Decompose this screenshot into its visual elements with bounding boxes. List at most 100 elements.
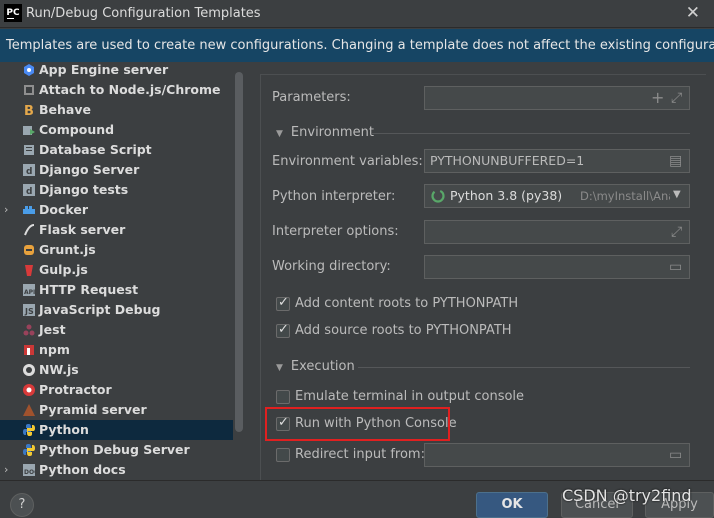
- section-divider: [358, 367, 690, 368]
- title-bar: PC Run/Debug Configuration Templates ✕: [0, 0, 714, 28]
- redirect-input-checkbox[interactable]: [276, 448, 290, 462]
- annotation-highlight-box: [265, 407, 450, 441]
- help-button[interactable]: ?: [10, 493, 34, 517]
- collapse-triangle-icon[interactable]: ▼: [276, 363, 283, 373]
- working-dir-field[interactable]: ▭: [424, 255, 690, 279]
- tree-item-nw-js[interactable]: NW.js: [0, 360, 233, 380]
- info-banner: Templates are used to create new configu…: [0, 29, 714, 62]
- interpreter-options-field[interactable]: ⤢: [424, 220, 690, 244]
- tree-item-label: Django Server: [39, 162, 140, 177]
- jest-icon: [22, 323, 36, 337]
- expand-icon[interactable]: ⤢: [671, 90, 682, 106]
- attach-icon: [22, 83, 36, 97]
- http-request-icon: API: [22, 283, 36, 297]
- tree-item-label: Behave: [39, 102, 91, 117]
- tree-item-flask-server[interactable]: Flask server: [0, 220, 233, 240]
- tree-item-label: Gulp.js: [39, 262, 88, 277]
- svg-text:JS: JS: [24, 307, 34, 316]
- tree-item-label: HTTP Request: [39, 282, 139, 297]
- chevron-down-icon[interactable]: ▼: [673, 189, 681, 200]
- tree-item-label: Flask server: [39, 222, 126, 237]
- tree-scrollbar[interactable]: [233, 62, 245, 480]
- tree-item-jest[interactable]: Jest: [0, 320, 233, 340]
- add-source-roots-label: Add source roots to PYTHONPATH: [295, 323, 512, 338]
- add-source-roots-checkbox[interactable]: [276, 322, 290, 338]
- django-tests-icon: d: [22, 183, 36, 197]
- redirect-input-label: Redirect input from:: [295, 447, 425, 462]
- parameters-label: Parameters:: [272, 90, 351, 105]
- python-interpreter-icon: [431, 189, 445, 203]
- folder-icon[interactable]: ▭: [669, 259, 682, 275]
- grunt-icon: [22, 243, 36, 257]
- tree-item-label: Compound: [39, 122, 115, 137]
- tree-item-gulp-js[interactable]: Gulp.js: [0, 260, 233, 280]
- tree-item-compound[interactable]: Compound: [0, 120, 233, 140]
- tree-item-grunt-js[interactable]: Grunt.js: [0, 240, 233, 260]
- python-docs-icon: DOC: [22, 463, 39, 477]
- tree-item-label: Jest: [39, 322, 66, 337]
- expand-chevron-icon[interactable]: ›: [4, 200, 8, 220]
- tree-item-label: App Engine server: [39, 62, 169, 77]
- flask-icon: [22, 223, 36, 237]
- svg-text:API: API: [24, 289, 35, 296]
- pycharm-logo-icon: PC: [4, 4, 22, 22]
- python-icon: [22, 423, 36, 437]
- python-debug-icon: [22, 443, 36, 457]
- add-content-roots-label: Add content roots to PYTHONPATH: [295, 296, 519, 311]
- add-icon[interactable]: +: [651, 88, 664, 107]
- tree-item-behave[interactable]: B Behave: [0, 100, 233, 120]
- svg-text:d: d: [26, 187, 32, 197]
- tree-item-javascript-debug[interactable]: JS JavaScript Debug: [0, 300, 233, 320]
- emulate-terminal-label: Emulate terminal in output console: [295, 389, 525, 404]
- docker-icon: [22, 203, 36, 217]
- close-icon[interactable]: ✕: [686, 3, 700, 23]
- folder-icon[interactable]: ▭: [669, 447, 682, 463]
- tree-item-app-engine-server[interactable]: App Engine server: [0, 62, 233, 80]
- tree-item-database-script[interactable]: Database Script: [0, 140, 233, 160]
- tree-item-npm[interactable]: npm: [0, 340, 233, 360]
- parameters-field[interactable]: + ⤢: [424, 86, 690, 110]
- emulate-terminal-checkbox[interactable]: [276, 390, 290, 404]
- ok-button[interactable]: OK: [476, 492, 548, 518]
- tree-item-label: Attach to Node.js/Chrome: [39, 82, 221, 97]
- redirect-input-field[interactable]: ▭: [424, 443, 690, 467]
- template-tree[interactable]: App Engine server Attach to Node.js/Chrom…: [0, 62, 245, 480]
- behave-icon: B: [22, 103, 36, 119]
- interpreter-select[interactable]: Python 3.8 (py38) D:\myInstall\Anacond ▼: [424, 184, 690, 208]
- environment-section-label: Environment: [290, 125, 374, 140]
- env-vars-field[interactable]: PYTHONUNBUFFERED=1 ▤: [424, 149, 690, 173]
- tree-item-python[interactable]: Python: [0, 420, 233, 440]
- tree-item-python-docs[interactable]: › DOCPython docs: [0, 460, 233, 480]
- collapse-triangle-icon[interactable]: ▼: [276, 129, 283, 139]
- section-divider: [372, 133, 690, 134]
- tree-item-attach-to-node-js-chrome[interactable]: Attach to Node.js/Chrome: [0, 80, 233, 100]
- tree-item-django-tests[interactable]: d Django tests: [0, 180, 233, 200]
- tree-item-label: JavaScript Debug: [39, 302, 161, 317]
- tree-item-label: Python Debug Server: [39, 442, 190, 457]
- tree-item-pyramid-server[interactable]: Pyramid server: [0, 400, 233, 420]
- interpreter-options-label: Interpreter options:: [272, 224, 399, 239]
- tree-item-http-request[interactable]: API HTTP Request: [0, 280, 233, 300]
- tree-item-django-server[interactable]: d Django Server: [0, 160, 233, 180]
- document-icon[interactable]: ▤: [669, 153, 682, 169]
- tree-item-label: Grunt.js: [39, 242, 96, 257]
- window-title: Run/Debug Configuration Templates: [26, 6, 261, 21]
- expand-icon[interactable]: ⤢: [671, 224, 682, 240]
- protractor-icon: [22, 383, 36, 397]
- nwjs-icon: [22, 363, 36, 377]
- expand-chevron-icon[interactable]: ›: [4, 460, 8, 480]
- tree-item-protractor[interactable]: Protractor: [0, 380, 233, 400]
- interpreter-path: D:\myInstall\Anacond: [580, 189, 670, 203]
- app-engine-icon: [22, 63, 36, 77]
- tree-item-label: Protractor: [39, 382, 112, 397]
- tree-item-python-debug-server[interactable]: Python Debug Server: [0, 440, 233, 460]
- add-content-roots-checkbox[interactable]: [276, 295, 290, 311]
- execution-section[interactable]: ▼ Execution: [276, 359, 355, 374]
- svg-text:B: B: [24, 104, 34, 117]
- tree-item-docker[interactable]: › Docker: [0, 200, 233, 220]
- working-dir-label: Working directory:: [272, 259, 391, 274]
- environment-section[interactable]: ▼ Environment: [276, 125, 374, 140]
- tree-scrollbar-thumb[interactable]: [235, 72, 243, 432]
- database-icon: [22, 143, 36, 157]
- interpreter-value: Python 3.8 (py38): [450, 188, 563, 203]
